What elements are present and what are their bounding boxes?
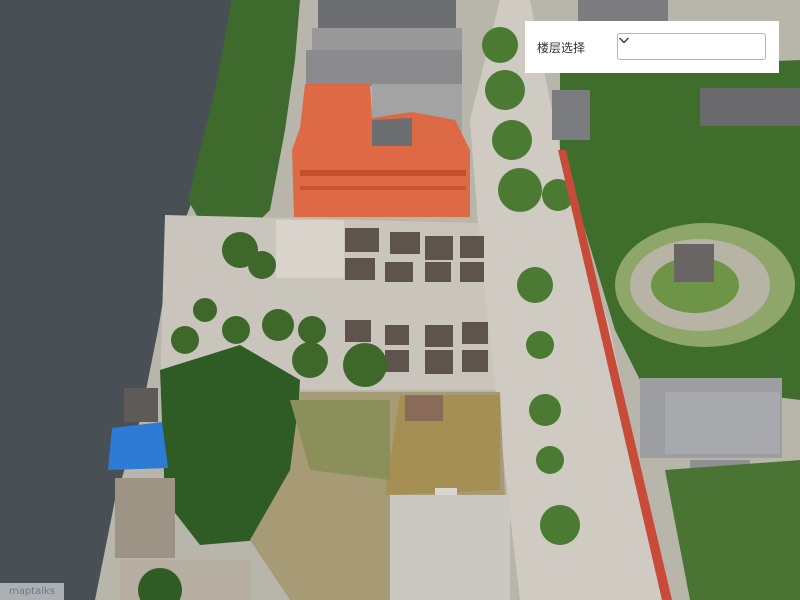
blue-tarp (108, 422, 168, 470)
floor-select[interactable] (617, 33, 766, 60)
aerial-3d-scene (0, 0, 800, 600)
pavilion (674, 244, 714, 282)
map-attribution[interactable]: maptalks (0, 583, 64, 600)
chevron-down-icon (618, 37, 630, 44)
building-top (318, 0, 456, 30)
floor-selector-label: 楼层选择 (537, 40, 586, 55)
map-canvas[interactable]: 楼层选择 maptalks (0, 0, 800, 600)
floor-selector-panel: 楼层选择 (525, 21, 779, 73)
